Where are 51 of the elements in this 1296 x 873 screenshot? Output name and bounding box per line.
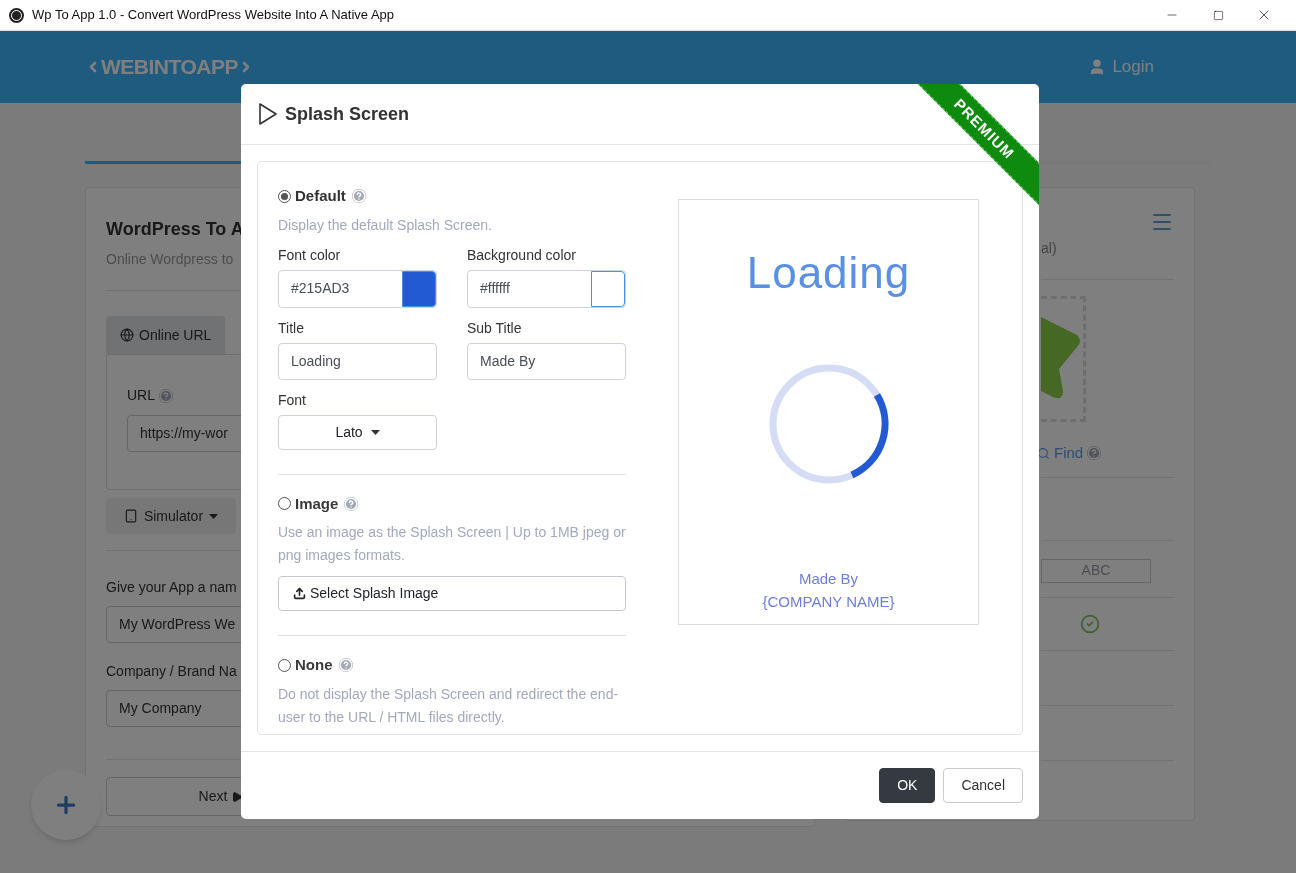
color-field[interactable]: #ffffff [467,269,626,308]
field-label: Font [278,390,307,410]
text-field[interactable]: Loading [278,342,437,380]
text-field[interactable]: Made By [467,342,626,380]
check-icon [1080,613,1100,634]
caret-icon [370,429,380,435]
color-swatch[interactable] [591,270,625,307]
maximize-icon [1212,9,1224,21]
play-icon [231,790,244,803]
field-label: Company / Brand Na [106,662,237,681]
field-label: Sub Title [467,318,523,338]
field-label: Background color [467,245,577,265]
tablet-icon [123,509,138,523]
field-label: Font color [278,245,342,265]
dialog-title: Splash Screen [285,102,410,126]
help-icon [159,388,173,403]
select-image-button[interactable]: Select Splash Image [278,576,626,611]
caption: al) [1041,239,1058,258]
preview-title: Loading [746,247,911,299]
field-label: Give your App a nam [106,578,237,597]
option-label: Default [295,186,346,206]
tab[interactable]: Online URL [106,316,226,354]
simulator-dropdown[interactable]: Simulator [106,498,236,534]
radio-button[interactable] [278,658,291,672]
field-label: Title [278,318,305,338]
play-icon [258,102,278,126]
option-description: Display the default Splash Screen. [278,215,493,235]
preview-company: {COMPANY NAME} [762,591,895,612]
field-label: URL [127,386,155,405]
caret-icon [209,513,219,519]
help-icon [1087,446,1102,461]
option-label: None [295,655,333,675]
help-icon [344,496,359,511]
cancel-button[interactable]: Cancel [943,768,1023,803]
globe-icon [120,328,134,342]
radio-button[interactable] [278,497,291,511]
radio-button[interactable] [278,189,291,203]
app-icon [9,7,24,23]
option-description: Do not display the Splash Screen and redirect the end-user to the URL / HTML files directly. [278,684,620,727]
color-field[interactable]: #215AD3 [278,269,437,308]
font-dropdown[interactable]: Lato [278,414,437,450]
window-title: Wp To App 1.0 - Convert WordPress Website Into A Native App [32,6,395,25]
search-icon [1037,446,1050,460]
preview-subtitle: Made By [798,569,859,589]
option-label: Image [295,493,339,514]
color-swatch[interactable] [402,270,436,307]
help-icon [338,658,353,673]
help-icon [351,189,366,204]
ok-button[interactable]: OK [879,768,936,803]
option-description: Use an image as the Splash Screen | Up to 1MB jpeg or png images formats. [278,523,626,565]
upload-icon [293,587,306,600]
